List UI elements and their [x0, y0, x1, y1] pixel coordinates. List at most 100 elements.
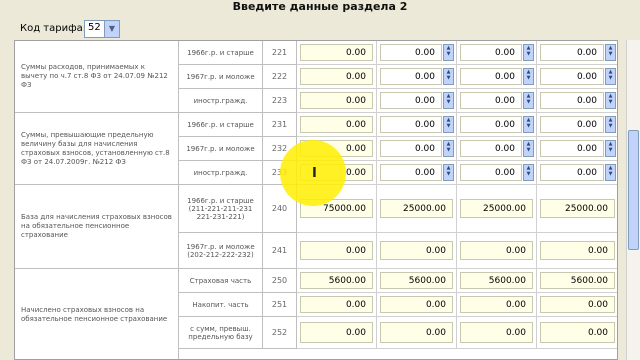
value-cell[interactable]: 0.00 — [297, 317, 377, 349]
value-input[interactable]: 0.00 — [380, 296, 453, 313]
value-cell[interactable]: 25000.00 — [457, 185, 537, 233]
spin-icon[interactable]: ▲ ▼ — [605, 92, 616, 109]
value-input[interactable]: 0.00 — [460, 116, 522, 133]
value-input[interactable]: 0.00 — [300, 241, 373, 260]
value-cell[interactable]: 0.00 ▲ ▼ — [457, 65, 537, 89]
spin-icon[interactable]: ▲ ▼ — [443, 164, 454, 181]
value-input[interactable]: 0.00 — [460, 92, 522, 109]
value-cell[interactable]: 0.00 ▲ ▼ — [457, 161, 537, 185]
value-cell[interactable]: 0.00 — [457, 317, 537, 349]
value-cell[interactable]: 0.00 — [537, 233, 617, 269]
value-cell[interactable]: 0.00 — [297, 113, 377, 137]
spin-icon[interactable]: ▲ ▼ — [443, 44, 454, 61]
value-input[interactable]: 0.00 — [380, 322, 453, 343]
value-cell[interactable]: 0.00 ▲ ▼ — [537, 89, 617, 113]
value-cell[interactable]: 0.00 ▲ ▼ — [377, 161, 457, 185]
value-cell[interactable]: 0.00 ▲ ▼ — [457, 89, 537, 113]
value-cell[interactable]: 0.00 — [537, 317, 617, 349]
value-cell[interactable]: 5600.00 — [297, 269, 377, 293]
spin-icon[interactable]: ▲ ▼ — [523, 140, 534, 157]
value-input[interactable]: 0.00 — [540, 44, 604, 61]
value-cell[interactable]: 0.00 — [297, 65, 377, 89]
value-input[interactable]: 0.00 — [380, 164, 442, 181]
scrollbar-thumb[interactable] — [628, 130, 639, 250]
value-input[interactable]: 0.00 — [540, 164, 604, 181]
value-cell[interactable]: 0.00 ▲ ▼ — [377, 113, 457, 137]
value-cell[interactable]: 0.00 — [377, 317, 457, 349]
value-input[interactable]: 0.00 — [380, 44, 442, 61]
value-cell[interactable]: 25000.00 — [377, 185, 457, 233]
value-input[interactable]: 0.00 — [540, 140, 604, 157]
spin-icon[interactable]: ▲ ▼ — [605, 116, 616, 133]
value-cell[interactable]: 0.00 ▲ ▼ — [457, 41, 537, 65]
value-input[interactable]: 25000.00 — [460, 199, 533, 218]
value-cell[interactable]: 0.00 ▲ ▼ — [537, 161, 617, 185]
value-cell[interactable]: 5600.00 — [457, 269, 537, 293]
spin-icon[interactable]: ▲ ▼ — [443, 116, 454, 133]
value-cell[interactable]: 0.00 ▲ ▼ — [377, 41, 457, 65]
vertical-scrollbar[interactable] — [626, 40, 640, 360]
value-cell[interactable]: 0.00 ▲ ▼ — [537, 41, 617, 65]
value-input[interactable]: 5600.00 — [540, 272, 615, 289]
value-input[interactable]: 0.00 — [460, 164, 522, 181]
value-cell[interactable]: 0.00 ▲ ▼ — [377, 89, 457, 113]
value-input[interactable]: 0.00 — [380, 241, 453, 260]
value-input[interactable]: 0.00 — [300, 296, 373, 313]
value-input[interactable]: 0.00 — [540, 322, 615, 343]
value-cell[interactable]: 5600.00 — [537, 269, 617, 293]
spin-icon[interactable]: ▲ ▼ — [523, 44, 534, 61]
spin-icon[interactable]: ▲ ▼ — [605, 68, 616, 85]
value-cell[interactable]: 0.00 — [297, 233, 377, 269]
value-input[interactable]: 5600.00 — [300, 272, 373, 289]
value-input[interactable]: 0.00 — [380, 68, 442, 85]
value-cell[interactable]: 0.00 ▲ ▼ — [377, 137, 457, 161]
tariff-select[interactable]: 52 ▼ — [84, 20, 120, 38]
spin-icon[interactable]: ▲ ▼ — [523, 164, 534, 181]
spin-icon[interactable]: ▲ ▼ — [605, 164, 616, 181]
value-input[interactable]: 0.00 — [380, 92, 442, 109]
value-input[interactable]: 0.00 — [540, 116, 604, 133]
value-cell[interactable]: 0.00 — [457, 293, 537, 317]
value-cell[interactable]: 0.00 ▲ ▼ — [457, 113, 537, 137]
spin-icon[interactable]: ▲ ▼ — [605, 140, 616, 157]
value-cell[interactable]: 0.00 ▲ ▼ — [537, 113, 617, 137]
value-cell[interactable]: 0.00 — [297, 41, 377, 65]
value-input[interactable]: 0.00 — [300, 68, 373, 85]
spin-icon[interactable]: ▲ ▼ — [443, 140, 454, 157]
spin-icon[interactable]: ▲ ▼ — [443, 92, 454, 109]
value-cell[interactable]: 0.00 ▲ ▼ — [537, 137, 617, 161]
value-cell[interactable]: 0.00 ▲ ▼ — [457, 137, 537, 161]
value-cell[interactable]: 0.00 — [377, 233, 457, 269]
value-input[interactable]: 0.00 — [380, 116, 442, 133]
chevron-down-icon[interactable]: ▼ — [104, 21, 119, 37]
value-cell[interactable]: 0.00 ▲ ▼ — [537, 65, 617, 89]
value-input[interactable]: 5600.00 — [380, 272, 453, 289]
value-input[interactable]: 0.00 — [540, 296, 615, 313]
value-input[interactable]: 0.00 — [460, 296, 533, 313]
value-input[interactable]: 5600.00 — [460, 272, 533, 289]
value-cell[interactable]: 0.00 — [457, 233, 537, 269]
value-input[interactable]: 0.00 — [540, 92, 604, 109]
spin-icon[interactable]: ▲ ▼ — [523, 68, 534, 85]
value-input[interactable]: 0.00 — [300, 322, 373, 343]
value-cell[interactable]: 0.00 — [297, 89, 377, 113]
spin-icon[interactable]: ▲ ▼ — [443, 68, 454, 85]
value-input[interactable]: 25000.00 — [380, 199, 453, 218]
value-input[interactable]: 0.00 — [460, 322, 533, 343]
value-input[interactable]: 0.00 — [540, 68, 604, 85]
spin-icon[interactable]: ▲ ▼ — [523, 116, 534, 133]
value-input[interactable]: 0.00 — [460, 241, 533, 260]
value-cell[interactable]: 25000.00 — [537, 185, 617, 233]
value-input[interactable]: 0.00 — [300, 116, 373, 133]
value-input[interactable]: 25000.00 — [540, 199, 615, 218]
spin-icon[interactable]: ▲ ▼ — [523, 92, 534, 109]
value-cell[interactable]: 0.00 — [297, 293, 377, 317]
value-input[interactable]: 0.00 — [300, 92, 373, 109]
value-input[interactable]: 0.00 — [460, 44, 522, 61]
value-cell[interactable]: 0.00 ▲ ▼ — [377, 65, 457, 89]
value-cell[interactable]: 0.00 — [377, 293, 457, 317]
value-cell[interactable]: 0.00 — [537, 293, 617, 317]
value-input[interactable]: 0.00 — [460, 68, 522, 85]
value-input[interactable]: 0.00 — [380, 140, 442, 157]
value-input[interactable]: 0.00 — [460, 140, 522, 157]
